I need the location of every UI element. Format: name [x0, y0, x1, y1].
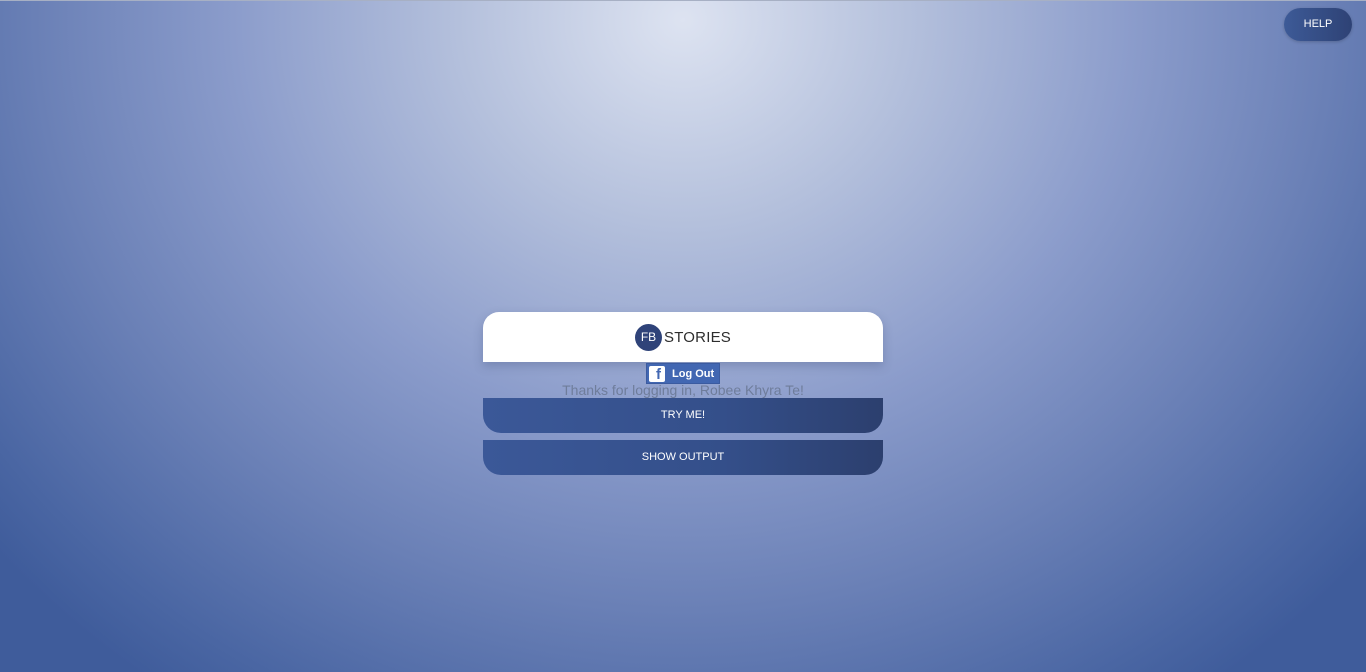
facebook-icon-glyph: f: [656, 365, 661, 382]
app-title: STORIES: [664, 328, 731, 346]
try-me-button[interactable]: TRY ME!: [483, 398, 883, 433]
top-border: [0, 0, 1366, 1]
fb-logo-badge: FB: [635, 323, 662, 351]
welcome-message: Thanks for logging in, Robee Khyra Te!: [562, 382, 804, 398]
show-output-button[interactable]: SHOW OUTPUT: [483, 440, 883, 475]
facebook-icon: f: [649, 365, 665, 382]
title-card: FB STORIES: [483, 312, 883, 362]
help-button[interactable]: HELP: [1284, 8, 1352, 41]
logout-label: Log Out: [672, 367, 715, 380]
